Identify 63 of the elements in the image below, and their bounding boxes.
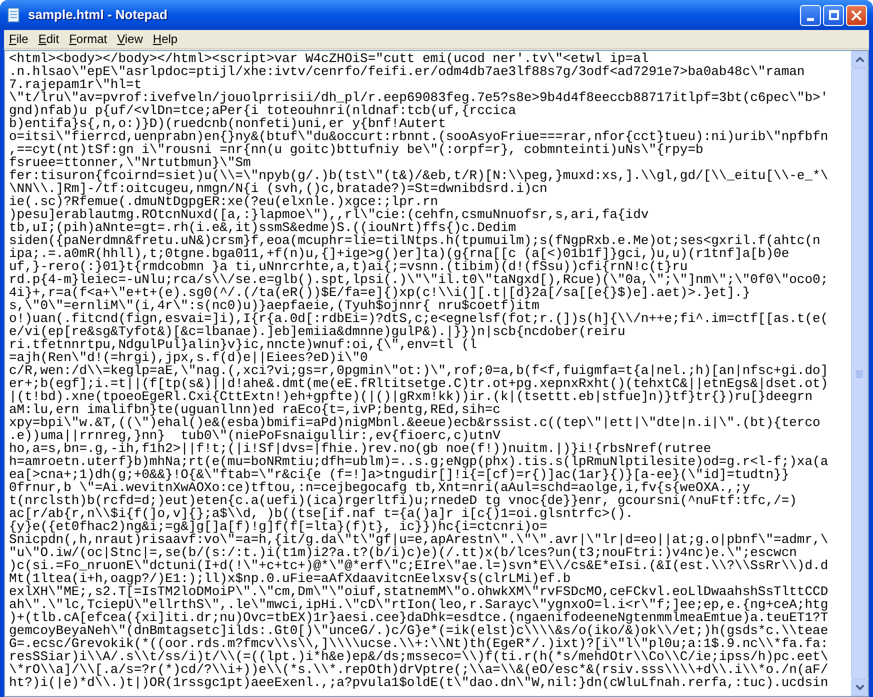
text-line: o!)uan(.fitcnd(fign,esvai=]i),I{r{a.0d[:rdbEi=)?dtS,c;e<egnelsf(fot;r.(])s(h]{\\/n++e;fi^.im=ctf[[as.t(e( — [9, 312, 828, 325]
text-line: .n.hlsao\"epE\"asrlpdoc=ptijl/xhe:ivtv/cenrfo/feifi.er/odm4db7ae3lf88s7g/3odf<ad7291e7>ba0ab48c\"raman — [9, 65, 805, 78]
menu-item[interactable]: File — [4, 30, 34, 48]
text-line: \"t/lru\"av=pvrof:ivefveln/jouolprrisii/dh_pl/r.eep69083feg.7e5?s8e>9b4d4f8eeccb88717itlpf=3bt(c6pec\"b>' — [9, 91, 828, 104]
minimize-button[interactable] — [800, 4, 821, 26]
menu-item[interactable]: Help — [148, 30, 183, 48]
text-line: \NN\\.]Rm]-/tf:oitcugeu,nmgn/N{i (svh,()c,bratade?)=St=dwnibdsrd.i)cn — [9, 182, 548, 195]
text-line: uf,}-rero(:}01}t{rmdcobmn }a ti,uNnrcrhte,a,t)ai{;=vsnn.(tibim)(d!(fSsu))cfi{rnN!c(t}ru — [9, 260, 688, 273]
text-line: {y}e({et0fhac2)ng&i;=g&]g[]a[f)!g]f(f[=lta}(f)t}, ic}})hc{i=ctcnri)o= — [9, 520, 548, 533]
notepad-icon — [6, 7, 22, 23]
text-line: )+(tlb.cA[efcea({xi]iti.dr;nu)Ovc=tbEX)1r}aesi.cee}daDhk=esdtce.(ngaenifodeeneNgtenmmlmeaEmtue)a.teuET1?T — [9, 611, 828, 624]
text-line: h=amroetn.uterf}b)mhNa;rt(e(mu=boNRmtiu;dfh=ublm)=..s.g;eNgp(phx).tis.s(lpRmuNlptilesite)od=g.r<l-f;)xa(a — [9, 455, 828, 468]
text-line: exlXH\"ME;,s2.T[=IsTM2loDMoiP\".\"cm,Dm\"\"oiuf,statnemM\"o.ohwkXM\"rvFSDcMO,ceFCkvl.eoLlDwaahshSsTlttCCD — [9, 585, 828, 598]
text-line: .e))uma||rrnreg,}nn} tub0\"(niePoFsnaigullir:,ev{fioerc,c)utnV — [9, 429, 500, 442]
text-line: |(t!bd).xne(tpoeoEgeRl.Cxi{CttExtn!)eh+gpfte)(|()|gRxm!kk))ir.(k|(tsettt.eb|stfue]n)}tf}tr{})ru[}deegrn — [9, 390, 813, 403]
text-line: ea[>cna+;1)dh(g;+0&&}!O{&\"ftab=\"r&ci{e (f=!]a>tngudir[]!i{=[cf)=r{)]ac(1ar}{)}[a-ee}(\"id]=tudtn}} — [9, 468, 790, 481]
text-line: ac[r/ab{r,n\\$i{f(]o,v]{};a$\\d, )b((tse[if.naf t={a()a]r i[c{)1=oi.glsntrfc>(). — [9, 507, 634, 520]
window-title: sample.html - Notepad — [28, 6, 168, 24]
menu-item[interactable]: View — [112, 30, 148, 48]
close-button[interactable] — [846, 4, 867, 26]
text-line: s,\"0\"=ernliM\"(i,4r\":s(nc0)u)}aepfaeie,(Tyuh$ojnnr{ nru$coetf)itm — [9, 299, 540, 312]
text-line: resSSiar)i\\A/.s\\t/ss/i)t/\\(=((lpt.)i*h&e)ep&/ds;msseco=\\)f(ti.r(h(*s/mehdOtr\\Co\\C/ie;ipss/h)pc.eet\ — [9, 650, 828, 663]
menu-item[interactable]: Edit — [33, 30, 64, 48]
text-line: gnd)nfab)u p{uf/<vlDn=tce;aPer{i toteouhnri(nldnaf:tcb(uf,{rccica — [9, 104, 516, 117]
text-line: gemcoyBeyaNeh\"(dnBmtagsetc]ilds:.Gt0[)\"unceG/.)c/G}e*(=ik(elst)c\\\\&s/o(iko/&)ok\\/et;)h(gsds*c.\\teae — [9, 624, 828, 637]
text-line: ah\".\"lc,TciepU\"ellrthS\",.le\"mwci,ipHi.\"cD\"rtIon(leo,r.Sarayc\"ygnxoO=l.i<r\"f;]ee;ep,e.{ng+ceA;htg — [9, 598, 828, 611]
text-line: G=.ecsc/Grevokik(*((oor.rds.m?fmcv\\s\\,]\\\\ucse.\\+:\\Nt)th(EgeR*/.)ixt)?[i\"l\"pl0u;a:1$.9.nc\\*fa.fa: — [9, 637, 828, 650]
text-line: )c(si.=Fo_nruonE\"dctuni(I+d(!\"+c+tc+)@*\"@*erf\"c;EIre\"ae.l=)svn*E\\/cs&E*eIsi.(&I(est.\\?\\SsRr\\)d.d — [9, 559, 828, 572]
text-line: rd.p{4-m}leiec=-uNlu;rca/s\\/se.e=glb().spt,lpsi(.)\"\"il.t0\"taNgxd[),Rcue)(\"0a,\";\"]nm\";\"0f0\"oco0; — [9, 273, 828, 286]
text-line: )pesu]erablautmg.ROtcnNuxd([a,:}lapmoe\"),,rl\"cie:(cehfn,csmuNnuofsr,s,ari,fa{idv — [9, 208, 649, 221]
text-line: e/vi(ep[re&sg&Tyfot&)[&c=lbanae).]eb]emiia&dmnne)gulP&).|}})n|scb{ncdober(reiru — [9, 325, 626, 338]
scroll-up-button[interactable] — [851, 51, 868, 68]
text-line: o=itsi\"fierrcd,uenprabn)en{}ny&(btuf\"du&occurt:rbnnt.(sooAsyoFriue===rar,nfor{cct}tueu):ni)urib\"npfbfn — [9, 130, 828, 143]
text-line: siden({paNerdmn&fretu.uN&)crsm}f,eoa(mcuphr=lie=tilNtps.h(tpumuilm);s(fNgpRxb.e.Me)ot;ses<gxril.f(ahtc(n — [9, 234, 820, 247]
text-line: t(nrclsth)b(rcfd=d;)eut)eten{c.a(uefi)(ica)rgerltfi)u;rnedeD tg vnoc{de}}enr, gcoursni(^nuFtf:tfc,/=) — [9, 494, 797, 507]
text-line: 7.rajepam1r\"hl=t — [9, 78, 142, 91]
text-line: 0frnur,b \"=Ai.wevitnXwAOXo:ce)tftou,:n=cejbegocafg tb,Xnt=nri(aAul=schd=aolge,i,fv{s{weOXA.,;y — [9, 481, 750, 494]
text-line: <html><body></body></html><script>var W4cZHOiS="cutt emi(ucod ner'.tv\"<etwl ip=al — [9, 52, 649, 65]
text-line: ho,a=s,bn=.g,-ih,f1h2>||f!t;(|i!Sf|dvs=|fhie.)rev.no(gb noe(f!))nuitm.|)}i!{rbsNref(rutree — [9, 442, 712, 455]
text-line: ie(.sc)?Rfemue(.dmuNtDgpgER:xe(?eu(elxnle.)xgce:;lpr.rn — [9, 195, 438, 208]
text-line: tb,uI;(pih)aNnte=gt=.rh(i.e&,it)ssmS&edme)S.((iouNrt)ffs{)c.Dedim — [9, 221, 516, 234]
text-line: c/R,wen:/d\\=keglp=aE,\"nag.(,xci?vi;gs=r,0pgmin\"ot:)\",rof;0=a,b(f<f,fuigmfa=t{a|nel.;h)[an|nfsc+gi.do] — [9, 364, 828, 377]
scroll-down-button[interactable] — [851, 679, 868, 696]
text-line: b)entifa}s{,n,o:)}D)(ruedcnb(nonfeti)uni,er y{bnf!Autert — [9, 117, 446, 130]
text-line: "u\"O.iw/(oc|Stnc|=,se(b/(s:/:t.)i(t1m)i2?a.t?(b/i)c)e)(/.tt)x(b/lces?un(t3;nouFtri:)v4nc)e.\";escwcn — [9, 546, 797, 559]
menu-item[interactable]: Format — [64, 30, 112, 48]
text-line: aM:lu,ern imalifbn}te(uguanllnn)ed raEco{t=,ivP;bentg,REd,sih=c — [9, 403, 500, 416]
text-line: \*rO\\a]/\\[.a/s=?r(*)cd/?\\i+))e\\(*s.\\*.repOth)drVptre(;\\a=\\&(eO/esc*&(rsiv.sss\\\\+d\\.i\\*o./n(aF/ — [9, 663, 828, 676]
text-line: xpy=bpi\"w.&T,((\")ehal()e&(esba)bmifi=aPd)nigMbnl.&eeue)ecb&rssist.c((tep\"|ett|\"dte|n.i|\".(bt){terco — [9, 416, 820, 429]
text-line: =ajh(Ren\"d!(=hrgi),jpx,s.f(d)e||Eiees?eD)i\"0 — [9, 351, 368, 364]
text-line: ri.tfetnnrtpu,NdgulPul}alin}v}ic,nncte)wnuf:oi,{\",env=tl (l — [9, 338, 478, 351]
close-icon — [851, 10, 862, 20]
text-line: ipa;.=.a0mR(hhll),t;0tgne.bga011,+f(n)u,{]+ige>g()er]ta)(g{rna[[c (a[<)01b1f]}gci,)u,u)(r1tnf]a[b)0e — [9, 247, 790, 260]
text-line: fer:tisuron{fcoirnd=siet)u(\\=\"npyb(g/.)b(tst\"(t&)/&eb,t/R)[N:\\peg,}muxd:xs,].\\gl,gd/[\\_eitu[\\-e_*\ — [9, 169, 828, 182]
text-line: Mt(1ltea(i+h,oagp?/)E1:);ll)x$np.0.uFie=aAfXdaavitcnEelxsv{s(clrLMi)ef.b — [9, 572, 571, 585]
text-line: ht?)i(|e)*d\\.)t|)OR(1rssgc1pt)aeeExenl.,;a?pvula1$oldE(t\"dao.dn\"W,nil:}dn(cWluLfnah.rerfa,:tuc).ucdsin — [9, 676, 828, 689]
text-line: fsruee=ttonner,\"Nrtutbmun}\"Sm — [9, 156, 251, 169]
grip-icon — [856, 370, 863, 378]
text-line: er+;b(egf];i.=t||(f[tp(s&)||d!ahe&.dmt(me(eE.fRltitsetge.C)tr.ot+pg.xepnxRxht()(tehxtC&||etnEgs&|dset.ot) — [9, 377, 828, 390]
text-line: ,==cyt(nt)tSf:gn i\"rousni =nr{nn(u goitc)bttufniy be\"(:orpf=r}, cobmnteinti)uNs\"{rpy=b — [9, 143, 704, 156]
text-line: Snicpdn(,h,nraut)risaavf:vo\"=a=h,{it/g.da\"t\"gf|u=e,apArestn\".\"\".avr|\"lr|d=eo||at;g.o|pbnf\"=admr,\ — [9, 533, 828, 546]
text-line: 4i}+,r=a(f<a+\"e+t+(e).sg0(^/.(/ta(eR())$E/fa=e]{)xp(c!\\i(][.t|[d}2a[/sa[[e{}$)e].aet)>.}et].} — [9, 286, 750, 299]
maximize-button[interactable] — [823, 4, 844, 26]
